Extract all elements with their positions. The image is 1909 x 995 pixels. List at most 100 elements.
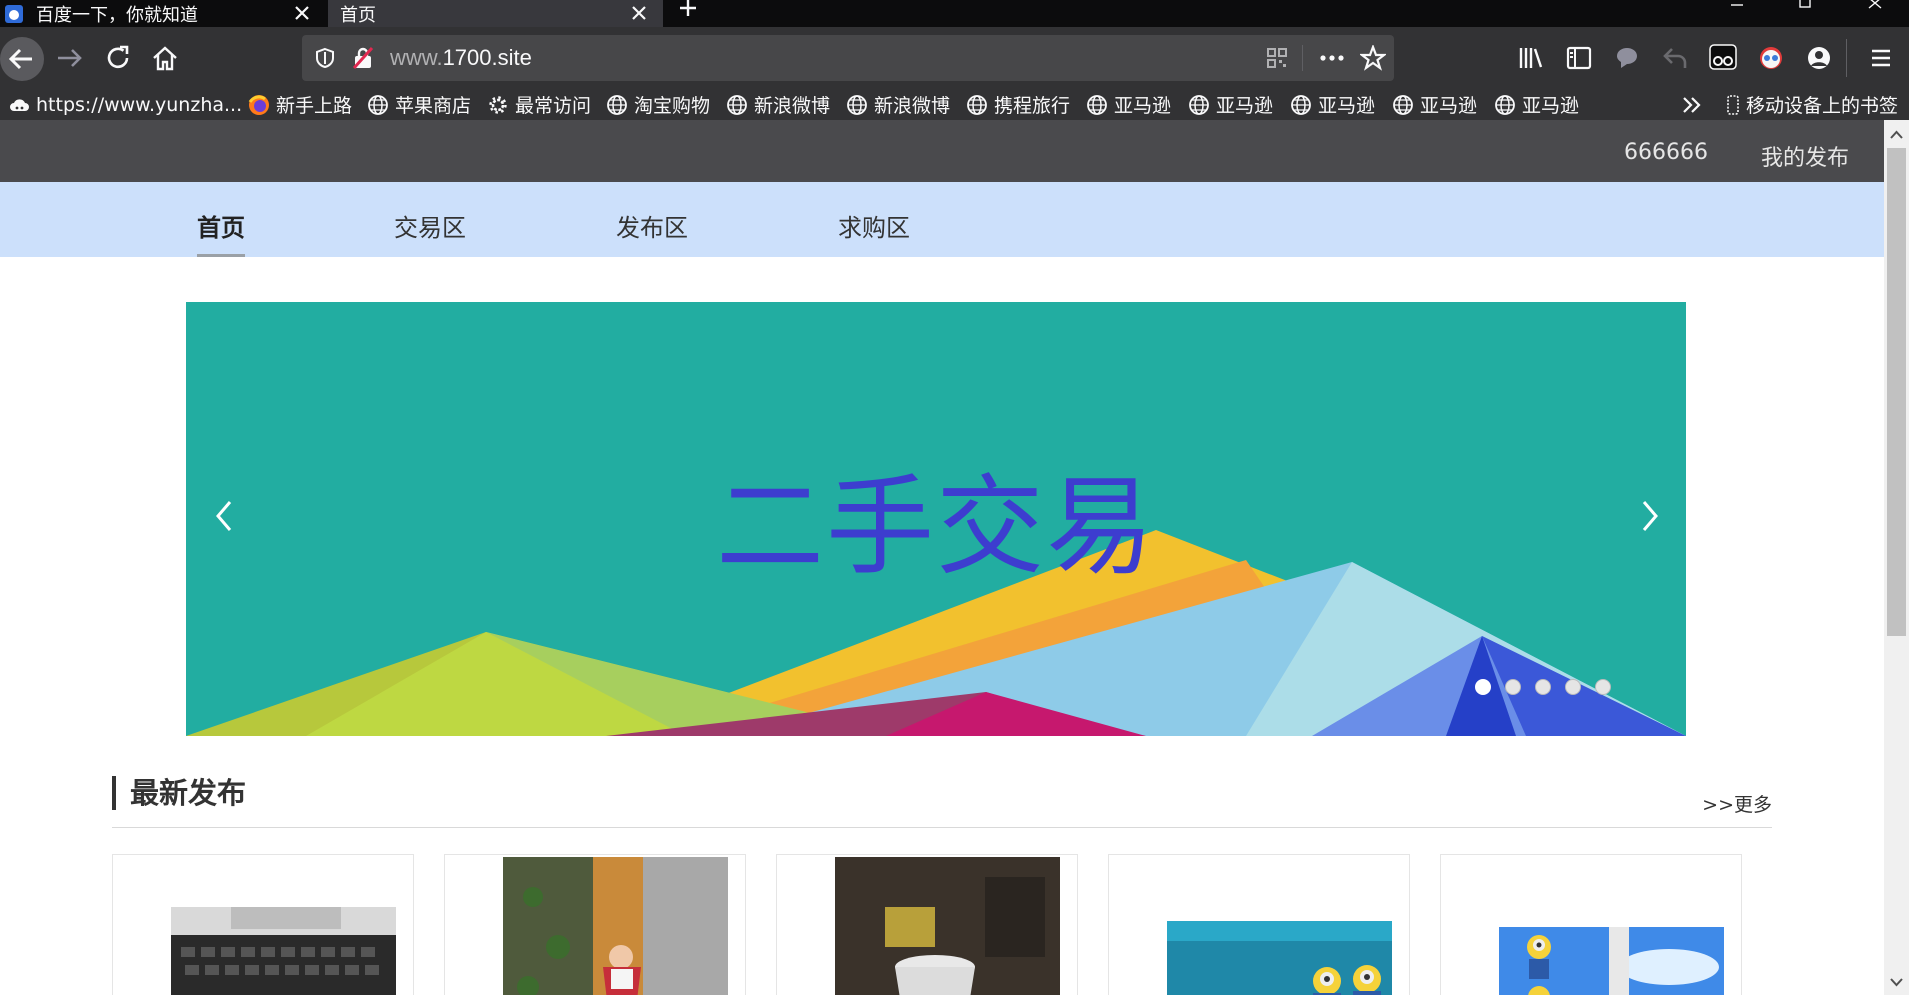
extension-face-icon[interactable]	[1756, 43, 1786, 73]
slide-dot[interactable]	[1505, 679, 1521, 695]
home-icon[interactable]	[150, 43, 180, 73]
close-tab-icon[interactable]	[629, 3, 649, 23]
page-actions-icon[interactable]	[1318, 49, 1346, 67]
close-window-icon[interactable]	[1860, 0, 1890, 20]
insecure-lock-icon[interactable]	[352, 46, 374, 70]
reader-extension-icon[interactable]	[1708, 39, 1738, 73]
main-nav: 首页 交易区 发布区 求购区	[0, 182, 1884, 257]
url-domain: 1700.site	[442, 45, 532, 70]
cup-photo	[835, 857, 1060, 995]
product-card[interactable]	[1440, 854, 1742, 995]
tab-baidu[interactable]: 百度一下，你就知道	[0, 0, 326, 27]
toolbar-divider	[1846, 39, 1847, 77]
account-icon[interactable]	[1804, 43, 1834, 73]
bookmark-item[interactable]: 携程旅行	[966, 89, 1070, 120]
slide-dot[interactable]	[1475, 679, 1491, 695]
slide-dot[interactable]	[1535, 679, 1551, 695]
bookmark-label: 亚马逊	[1318, 95, 1376, 117]
bookmark-item[interactable]: 新手上路	[248, 89, 352, 120]
bookmark-item[interactable]: 亚马逊	[1494, 89, 1579, 120]
banner-title: 二手交易	[715, 465, 1156, 590]
restore-icon[interactable]	[1790, 0, 1820, 20]
url-text[interactable]: www.1700.site	[390, 45, 532, 71]
library-icon[interactable]	[1516, 43, 1546, 73]
globe-icon	[1087, 94, 1107, 115]
prev-slide-icon[interactable]	[210, 496, 238, 536]
bookmark-item[interactable]: 最常访问	[487, 89, 591, 120]
globe-icon	[607, 94, 627, 115]
latest-section-header: 最新发布 >>更多	[112, 776, 1772, 828]
more-link[interactable]: >>更多	[1702, 790, 1772, 817]
bookmark-item[interactable]: 亚马逊	[1290, 89, 1375, 120]
globe-icon	[847, 94, 867, 115]
my-posts-link[interactable]: 我的发布	[1761, 140, 1849, 172]
reload-icon[interactable]	[103, 43, 133, 73]
username-link[interactable]: 666666	[1624, 140, 1708, 165]
bookmark-item[interactable]: 亚马逊	[1086, 89, 1171, 120]
bookmark-label: 携程旅行	[994, 95, 1071, 117]
firefox-icon	[248, 94, 269, 115]
chat-icon[interactable]	[1612, 43, 1642, 73]
bookmark-item[interactable]: 苹果商店	[367, 89, 471, 120]
bookmark-item[interactable]: 新浪微博	[846, 89, 950, 120]
tab-home[interactable]: 首页	[328, 0, 663, 27]
close-tab-icon[interactable]	[292, 3, 312, 23]
scroll-down-icon[interactable]	[1884, 971, 1909, 993]
forward-icon[interactable]	[54, 43, 84, 73]
bookmark-label: 亚马逊	[1216, 95, 1274, 117]
bookmark-label: 淘宝购物	[634, 95, 711, 117]
globe-icon	[967, 94, 987, 115]
nav-item-publish[interactable]: 发布区	[616, 208, 688, 243]
qr-code-icon[interactable]	[1266, 47, 1288, 69]
scroll-up-icon[interactable]	[1884, 124, 1909, 146]
bookmark-label: 新浪微博	[874, 95, 951, 117]
undo-icon[interactable]	[1660, 43, 1690, 73]
tab-bar: 百度一下，你就知道 首页	[0, 0, 1909, 27]
bookmark-label: 最常访问	[515, 95, 592, 117]
keyboard-photo	[171, 907, 396, 995]
mobile-bookmarks-folder[interactable]: 移动设备上的书签	[1726, 89, 1898, 120]
product-card[interactable]	[1108, 854, 1410, 995]
page-viewport: 666666 我的发布 首页 交易区 发布区 求购区 二手交易 最新发布 >>更…	[0, 120, 1884, 995]
nav-item-home[interactable]: 首页	[197, 208, 245, 257]
slide-dot[interactable]	[1565, 679, 1581, 695]
bookmark-label: 新手上路	[276, 95, 353, 117]
next-slide-icon[interactable]	[1636, 496, 1664, 536]
bookmark-label: 新浪微博	[754, 95, 831, 117]
cloud-icon	[10, 98, 29, 111]
nav-item-trade[interactable]: 交易区	[394, 208, 466, 243]
scrollbar-thumb[interactable]	[1887, 148, 1906, 636]
banner-carousel[interactable]: 二手交易	[186, 302, 1686, 736]
back-icon[interactable]	[0, 37, 44, 81]
bookmark-item[interactable]: https://www.yunzha...	[8, 89, 242, 120]
menu-icon[interactable]	[1866, 43, 1896, 73]
url-bar[interactable]: www.1700.site	[302, 35, 1394, 81]
nav-item-wanted[interactable]: 求购区	[838, 208, 910, 243]
user-top-bar: 666666 我的发布	[0, 120, 1884, 182]
product-card[interactable]	[776, 854, 1078, 995]
product-card[interactable]	[112, 854, 414, 995]
globe-icon	[368, 94, 388, 115]
globe-icon	[1189, 94, 1209, 115]
bookmark-label: 亚马逊	[1522, 95, 1580, 117]
minions-photo	[1167, 921, 1392, 995]
bookmark-item[interactable]: 淘宝购物	[606, 89, 710, 120]
minimize-icon[interactable]	[1722, 0, 1752, 20]
globe-icon	[1495, 94, 1515, 115]
sidebar-icon[interactable]	[1564, 43, 1594, 73]
bookmark-label: https://www.yunzha...	[36, 93, 243, 116]
bookmark-item[interactable]: 亚马逊	[1392, 89, 1477, 120]
more-bookmarks-chevron-icon[interactable]	[1680, 94, 1704, 116]
slide-indicators	[1475, 679, 1611, 695]
bookmarks-toolbar: https://www.yunzha... 新手上路 苹果商店 最常访问 淘宝购…	[0, 89, 1909, 120]
tab-label: 百度一下，你就知道	[36, 4, 198, 26]
new-tab-icon[interactable]	[674, 0, 702, 24]
bookmark-item[interactable]: 亚马逊	[1188, 89, 1273, 120]
url-bar-divider	[1302, 45, 1303, 71]
shield-icon[interactable]	[314, 47, 336, 69]
product-card[interactable]	[444, 854, 746, 995]
bookmark-item[interactable]: 新浪微博	[726, 89, 830, 120]
bookmark-star-icon[interactable]	[1360, 45, 1386, 71]
page-scrollbar[interactable]	[1884, 120, 1909, 995]
slide-dot[interactable]	[1595, 679, 1611, 695]
